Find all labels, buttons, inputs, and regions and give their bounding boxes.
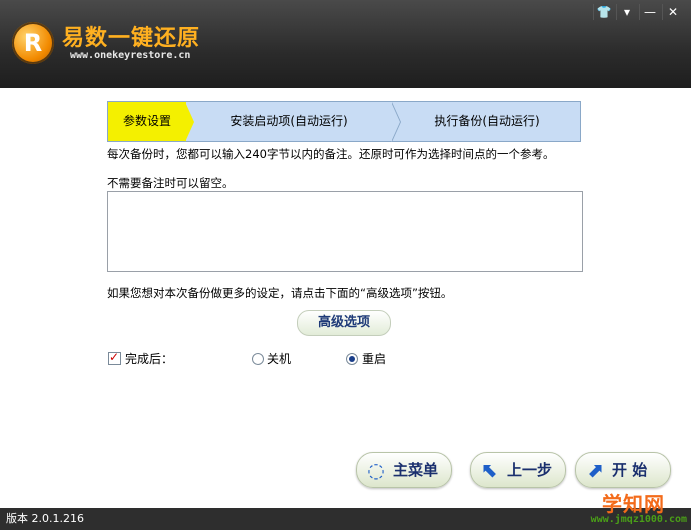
previous-label: 上一步	[507, 461, 553, 479]
restart-radio[interactable]	[346, 353, 358, 365]
memo-optional-hint: 不需要备注时可以留空。	[107, 176, 234, 190]
step-parameters: 参数设置	[108, 102, 186, 141]
restart-label: 重启	[362, 352, 387, 366]
memo-instruction: 每次备份时，您都可以输入240字节以内的备注。还原时可作为选择时间点的一个参考。	[107, 147, 555, 161]
forward-arrow-icon: ⬈	[586, 458, 604, 482]
completion-checkbox[interactable]: ✓	[108, 350, 121, 365]
start-label: 开 始	[612, 461, 648, 479]
app-url: www.onekeyrestore.cn	[70, 50, 191, 61]
shirt-icon[interactable]: 👕	[593, 4, 614, 20]
advanced-hint: 如果您想对本次备份做更多的设定，请点击下面的“高级选项”按钮。	[107, 286, 453, 300]
watermark-title: 学知网	[602, 492, 665, 516]
back-arrow-icon: ⬉	[481, 458, 499, 482]
step-install-startup: 安装启动项(自动运行)	[230, 114, 348, 128]
status-bar: 版本 2.0.1.216	[0, 508, 691, 530]
title-bar: R 易数一键还原 www.onekeyrestore.cn 👕 ▾ — ✕	[0, 0, 691, 88]
memo-textarea[interactable]	[107, 191, 583, 272]
previous-button[interactable]: ⬉ 上一步	[470, 452, 566, 488]
start-button[interactable]: ⬈ 开 始	[575, 452, 671, 488]
loading-circle-icon: ◌	[367, 458, 385, 482]
step-execute-backup: 执行备份(自动运行)	[434, 114, 540, 128]
window-controls: 👕 ▾ — ✕	[593, 4, 683, 20]
minimize-icon[interactable]: —	[639, 4, 660, 20]
app-name: 易数一键还原	[62, 26, 201, 51]
completion-label: 完成后：	[125, 352, 174, 366]
checkmark-icon: ✓	[109, 350, 120, 364]
step-indicator: 参数设置 安装启动项(自动运行) 执行备份(自动运行)	[107, 101, 581, 142]
main-menu-button[interactable]: ◌ 主菜单	[356, 452, 452, 488]
menu-icon[interactable]: ▾	[616, 4, 637, 20]
shutdown-radio[interactable]	[252, 353, 264, 365]
watermark-url: www.jmqz1000.com	[590, 514, 687, 525]
advanced-options-button[interactable]: 高级选项	[297, 310, 391, 336]
shutdown-label: 关机	[267, 352, 292, 366]
app-logo: R	[12, 22, 54, 64]
close-icon[interactable]: ✕	[662, 4, 683, 20]
main-menu-label: 主菜单	[393, 461, 439, 479]
version-label: 版本 2.0.1.216	[6, 512, 84, 525]
